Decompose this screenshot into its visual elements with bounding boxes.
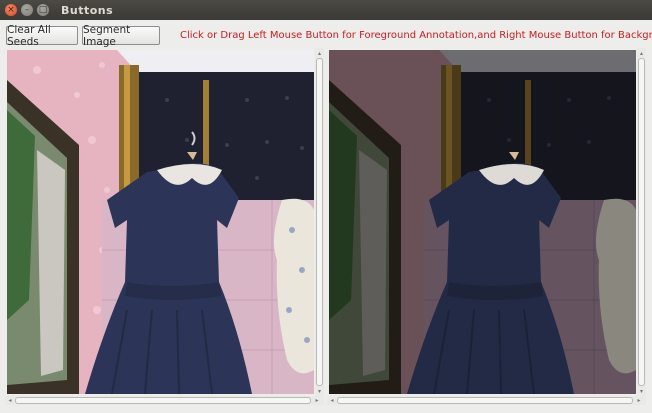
scroll-right-icon[interactable]: ▸ bbox=[635, 397, 643, 404]
maximize-window-button[interactable]: □ bbox=[37, 4, 49, 16]
window-title: Buttons bbox=[61, 3, 114, 17]
client-area: Clear All Seeds Segment Image Click or D… bbox=[0, 20, 652, 413]
right-horizontal-scrollbar[interactable]: ◂ ▸ bbox=[327, 396, 646, 405]
toolbar: Clear All Seeds Segment Image Click or D… bbox=[0, 20, 652, 48]
close-icon: × bbox=[7, 4, 15, 15]
original-image-panel: ▴ ▾ ◂ ▸ bbox=[5, 48, 325, 407]
original-image-canvas[interactable] bbox=[7, 50, 314, 394]
scroll-up-icon[interactable]: ▴ bbox=[638, 49, 645, 57]
scroll-down-icon[interactable]: ▾ bbox=[316, 387, 323, 395]
left-vertical-scroll-thumb[interactable] bbox=[316, 58, 323, 386]
title-bar: × – □ Buttons bbox=[0, 0, 652, 20]
minimize-icon: – bbox=[24, 4, 30, 15]
minimize-window-button[interactable]: – bbox=[21, 4, 33, 16]
photo-icon bbox=[7, 50, 314, 394]
clear-all-seeds-button[interactable]: Clear All Seeds bbox=[6, 24, 78, 48]
left-horizontal-scroll-thumb[interactable] bbox=[15, 397, 311, 404]
scroll-up-icon[interactable]: ▴ bbox=[316, 49, 323, 57]
left-vertical-scrollbar[interactable]: ▴ ▾ bbox=[315, 48, 324, 396]
right-vertical-scroll-thumb[interactable] bbox=[638, 58, 645, 386]
right-vertical-scrollbar[interactable]: ▴ ▾ bbox=[637, 48, 646, 396]
scroll-left-icon[interactable]: ◂ bbox=[6, 397, 14, 404]
scroll-right-icon[interactable]: ▸ bbox=[313, 397, 321, 404]
scroll-left-icon[interactable]: ◂ bbox=[328, 397, 336, 404]
close-window-button[interactable]: × bbox=[5, 4, 17, 16]
instructions-text: Click or Drag Left Mouse Button for Fore… bbox=[180, 30, 652, 41]
scroll-down-icon[interactable]: ▾ bbox=[638, 387, 645, 395]
left-horizontal-scrollbar[interactable]: ◂ ▸ bbox=[5, 396, 324, 405]
segmented-image-canvas[interactable] bbox=[329, 50, 636, 394]
segmented-image-panel: ▴ ▾ ◂ ▸ bbox=[327, 48, 647, 407]
segment-image-button[interactable]: Segment Image bbox=[82, 24, 160, 48]
right-horizontal-scroll-thumb[interactable] bbox=[337, 397, 633, 404]
photo-icon bbox=[329, 50, 636, 394]
maximize-icon: □ bbox=[38, 4, 48, 15]
